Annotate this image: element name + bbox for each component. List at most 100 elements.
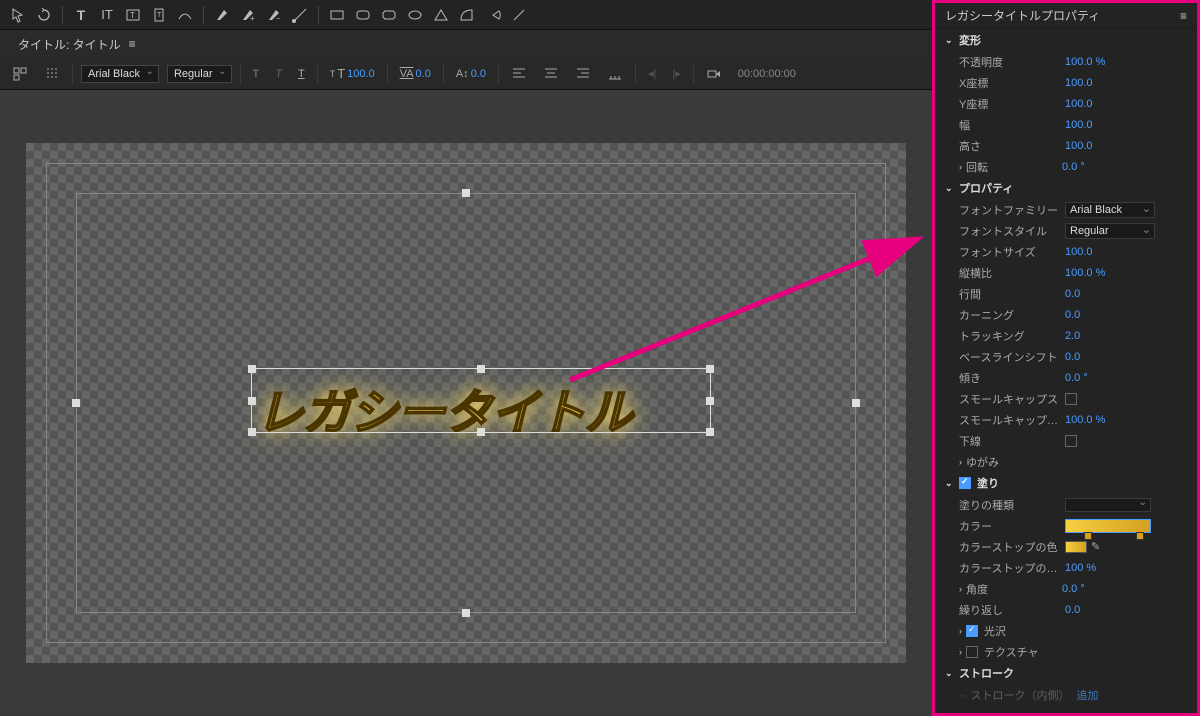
inner-stroke-label: ストローク（内側） xyxy=(971,687,1077,703)
resize-handle-tl[interactable] xyxy=(248,365,256,373)
templates-icon[interactable] xyxy=(8,64,32,84)
line-tool-icon[interactable] xyxy=(509,5,529,25)
left-center-handle[interactable] xyxy=(72,399,80,407)
underline-checkbox[interactable] xyxy=(1065,435,1077,447)
delete-anchor-tool-icon[interactable]: − xyxy=(264,5,284,25)
sheen-label[interactable]: 光沢 xyxy=(984,623,1090,639)
repeat-value[interactable]: 0.0 xyxy=(1065,604,1080,616)
convert-anchor-tool-icon[interactable] xyxy=(290,5,310,25)
font-style-dropdown[interactable]: Regular xyxy=(167,65,232,83)
stroke-section-header[interactable]: ⌄ストローク xyxy=(935,662,1197,684)
underline-icon[interactable]: T xyxy=(294,66,309,82)
resize-handle-ml[interactable] xyxy=(248,397,256,405)
rounded-rect-tool-icon[interactable] xyxy=(353,5,373,25)
fill-type-dropdown[interactable] xyxy=(1065,498,1151,512)
rectangle-tool-icon[interactable] xyxy=(327,5,347,25)
tab-stops-icon[interactable] xyxy=(603,64,627,84)
roll-crawl-icon[interactable] xyxy=(40,64,64,84)
font-style-dropdown[interactable]: Regular xyxy=(1065,223,1155,239)
x-position-value[interactable]: 100.0 xyxy=(1065,77,1093,89)
slant-value[interactable]: 0.0 ° xyxy=(1065,372,1088,384)
wedge-tool-icon[interactable] xyxy=(483,5,503,25)
video-preview-icon[interactable] xyxy=(702,64,726,84)
x-position-label: X座標 xyxy=(959,75,1065,91)
svg-text:+: + xyxy=(250,14,255,23)
italic-icon[interactable]: T xyxy=(271,66,286,82)
resize-handle-br[interactable] xyxy=(706,428,714,436)
fill-enable-checkbox[interactable] xyxy=(959,477,971,489)
font-family-dropdown[interactable]: Arial Black xyxy=(81,65,159,83)
height-value[interactable]: 100.0 xyxy=(1065,140,1093,152)
tracking-value[interactable]: 2.0 xyxy=(1065,330,1080,342)
font-size-value[interactable]: 100.0 xyxy=(1065,246,1093,258)
area-type-tool-icon[interactable]: T xyxy=(123,5,143,25)
rotate-tool-icon[interactable] xyxy=(34,5,54,25)
clipped-rect-tool-icon[interactable] xyxy=(379,5,399,25)
vertical-type-tool-icon[interactable]: IT xyxy=(97,5,117,25)
texture-label[interactable]: テクスチャ xyxy=(984,644,1090,660)
smallcaps-checkbox[interactable] xyxy=(1065,393,1077,405)
distort-label[interactable]: ゆがみ xyxy=(966,454,1072,470)
leading-value[interactable]: 0.0 xyxy=(1065,288,1080,300)
resize-handle-mr[interactable] xyxy=(706,397,714,405)
triangle-tool-icon[interactable] xyxy=(431,5,451,25)
color-stop-swatch[interactable] xyxy=(1065,541,1087,553)
eyedropper-icon[interactable]: ✎ xyxy=(1091,540,1100,553)
timecode-display[interactable]: 00:00:00:00 xyxy=(734,66,800,82)
properties-section-header[interactable]: ⌄プロパティ xyxy=(935,177,1197,199)
y-position-label: Y座標 xyxy=(959,96,1065,112)
ellipse-tool-icon[interactable] xyxy=(405,5,425,25)
texture-checkbox[interactable] xyxy=(966,646,978,658)
kerning-control[interactable]: VA 0.0 xyxy=(396,66,435,82)
panel-title: レガシータイトルプロパティ xyxy=(945,7,1100,24)
repeat-label: 繰り返し xyxy=(959,602,1065,618)
font-family-dropdown[interactable]: Arial Black xyxy=(1065,202,1155,218)
rotation-value[interactable]: 0.0 ° xyxy=(1062,161,1085,173)
transform-section-header[interactable]: ⌄変形 xyxy=(935,29,1197,51)
baseline-shift-value[interactable]: 0.0 xyxy=(1065,351,1080,363)
vertical-area-type-tool-icon[interactable]: T xyxy=(149,5,169,25)
arc-tool-icon[interactable] xyxy=(457,5,477,25)
gradient-editor[interactable] xyxy=(1065,519,1151,533)
resize-handle-tm[interactable] xyxy=(477,365,485,373)
y-position-value[interactable]: 100.0 xyxy=(1065,98,1093,110)
resize-handle-bl[interactable] xyxy=(248,428,256,436)
bold-icon[interactable]: T xyxy=(249,66,264,82)
rotation-label: 回転 xyxy=(966,159,1062,175)
opacity-value[interactable]: 100.0 % xyxy=(1065,56,1105,68)
tab-menu-icon[interactable]: ≡ xyxy=(129,37,136,51)
angle-value[interactable]: 0.0 ° xyxy=(1062,583,1085,595)
path-type-tool-icon[interactable] xyxy=(175,5,195,25)
smallcaps-size-label: スモールキャップス... xyxy=(959,412,1065,428)
leading-control[interactable]: A↕ 0.0 xyxy=(452,66,490,82)
kerning-value[interactable]: 0.0 xyxy=(1065,309,1080,321)
width-value[interactable]: 100.0 xyxy=(1065,119,1093,131)
font-size-control[interactable]: TT 100.0 xyxy=(326,64,379,83)
fill-section-header[interactable]: ⌄塗り xyxy=(935,472,1197,494)
top-center-handle[interactable] xyxy=(462,189,470,197)
font-size-label: フォントサイズ xyxy=(959,244,1065,260)
aspect-value[interactable]: 100.0 % xyxy=(1065,267,1105,279)
text-selection-box[interactable] xyxy=(251,368,711,433)
tab-label[interactable]: タイトル: タイトル xyxy=(18,36,121,53)
align-center-icon[interactable] xyxy=(539,64,563,84)
sheen-checkbox[interactable] xyxy=(966,625,978,637)
align-right-icon[interactable] xyxy=(571,64,595,84)
font-style-label: フォントスタイル xyxy=(959,223,1065,239)
resize-handle-tr[interactable] xyxy=(706,365,714,373)
right-center-handle[interactable] xyxy=(852,399,860,407)
add-stroke-link[interactable]: 追加 xyxy=(1077,687,1099,703)
canvas-container[interactable]: レガシータイトル xyxy=(26,143,906,663)
color-stop-opacity-value[interactable]: 100 % xyxy=(1065,562,1096,574)
next-frame-icon[interactable]: |▸ xyxy=(668,65,684,82)
bottom-center-handle[interactable] xyxy=(462,609,470,617)
align-left-icon[interactable] xyxy=(507,64,531,84)
smallcaps-size-value[interactable]: 100.0 % xyxy=(1065,414,1105,426)
type-tool-icon[interactable]: T xyxy=(71,5,91,25)
resize-handle-bm[interactable] xyxy=(477,428,485,436)
prev-frame-icon[interactable]: ◂| xyxy=(644,65,660,82)
add-anchor-tool-icon[interactable]: + xyxy=(238,5,258,25)
pen-tool-icon[interactable] xyxy=(212,5,232,25)
panel-menu-icon[interactable]: ≡ xyxy=(1180,9,1187,23)
selection-tool-icon[interactable] xyxy=(8,5,28,25)
